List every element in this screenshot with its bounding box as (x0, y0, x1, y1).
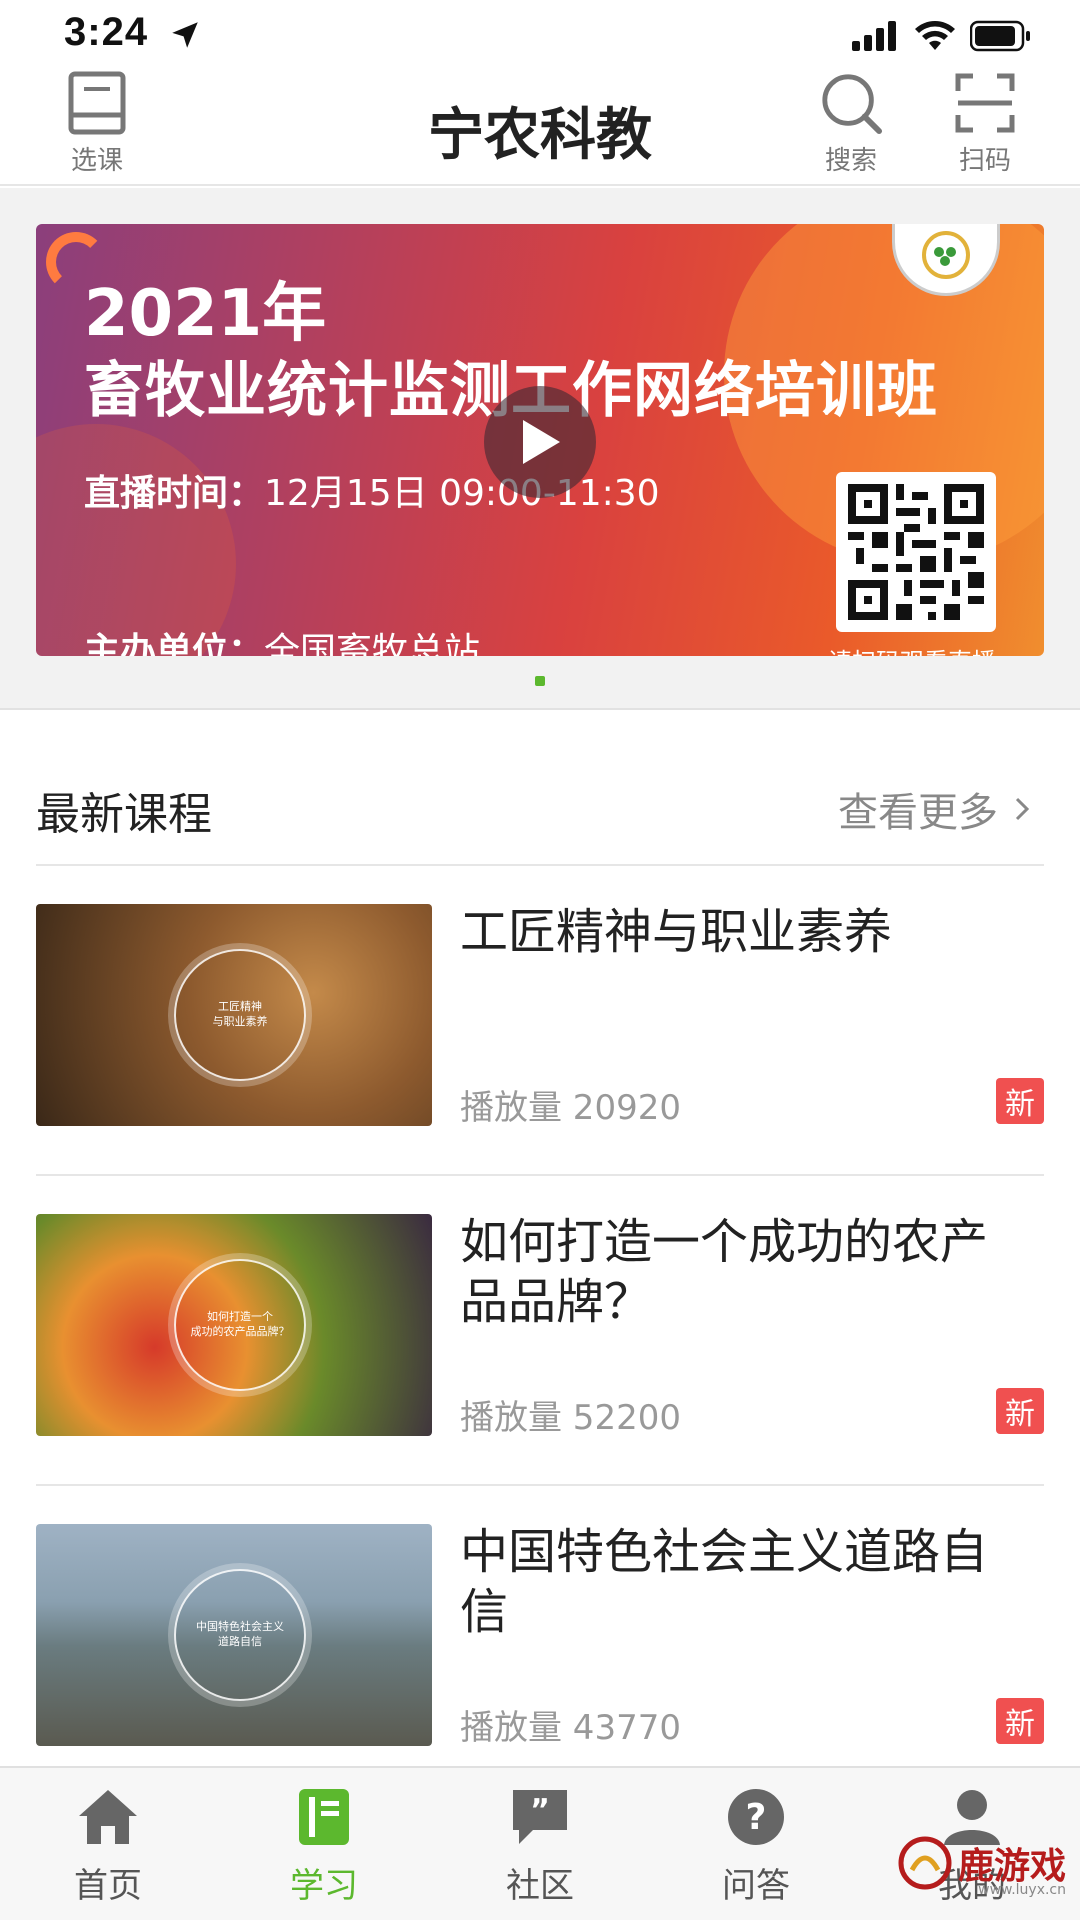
qr-code-icon (848, 484, 984, 620)
play-button[interactable] (484, 386, 596, 498)
new-badge: 新 (996, 1078, 1044, 1124)
course-play-count: 播放量 43770 (460, 1708, 681, 1748)
grape-logo-icon (922, 231, 970, 279)
course-thumbnail: 中国特色社会主义 道路自信 (36, 1524, 432, 1746)
tab-label: 首页 (74, 1866, 142, 1906)
svg-text:”: ” (530, 1793, 550, 1828)
course-title: 中国特色社会主义道路自信 (460, 1524, 989, 1640)
thumbnail-text: 如何打造一个 成功的农产品品牌？ (190, 1310, 290, 1338)
location-arrow-icon (172, 22, 198, 48)
banner-org-value: 全国畜牧总站 (264, 631, 481, 656)
banner-org-label: 主办单位： (84, 631, 265, 656)
course-play-count: 播放量 52200 (460, 1398, 681, 1438)
section-title: 最新课程 (36, 789, 212, 840)
new-badge: 新 (996, 1388, 1044, 1434)
course-thumbnail: 如何打造一个 成功的农产品品牌？ (36, 1214, 432, 1436)
scan-button[interactable]: 扫码 (940, 68, 1030, 178)
status-time: 3:24 (64, 10, 149, 54)
thumbnail-badge: 工匠精神 与职业素养 (174, 949, 306, 1081)
thumbnail-text: 工匠精神 与职业素养 (212, 1000, 268, 1028)
qr-caption: 请扫码观看直播 (828, 642, 996, 656)
thumbnail-badge: 中国特色社会主义 道路自信 (174, 1569, 306, 1701)
home-icon (79, 1790, 137, 1844)
course-item[interactable]: 工匠精神 与职业素养 工匠精神与职业素养 播放量 20920 新 (36, 866, 1044, 1176)
status-indicators (852, 18, 1032, 54)
course-title: 工匠精神与职业素养 (460, 904, 893, 960)
course-item[interactable]: 中国特色社会主义 道路自信 中国特色社会主义道路自信 播放量 43770 新 (36, 1486, 1044, 1796)
search-label: 搜索 (824, 146, 877, 176)
app-header: 选课 宁农科教 搜索 扫码 (0, 66, 1080, 186)
play-icon (523, 420, 560, 464)
banner-organizer: 主办单位：全国畜牧总站 (84, 622, 480, 656)
scan-icon (955, 73, 1015, 133)
status-bar: 3:24 (0, 0, 1080, 70)
tab-study[interactable]: 学习 (234, 1784, 414, 1907)
view-more-label: 查看更多 (838, 790, 998, 836)
tab-community[interactable]: ” 社区 (450, 1784, 630, 1907)
course-item[interactable]: 如何打造一个 成功的农产品品牌？ 如何打造一个成功的农产品品牌？ 播放量 522… (36, 1176, 1044, 1486)
signal-icon (852, 21, 896, 51)
tab-label: 社区 (506, 1866, 574, 1906)
banner-time-value: 12月15日 09:00-11:30 (264, 473, 660, 514)
latest-courses-header: 最新课程 查看更多 (36, 740, 1044, 866)
svg-text:?: ? (746, 1797, 767, 1838)
battery-icon (970, 20, 1030, 52)
watermark-url: www.luyx.cn (978, 1882, 1066, 1898)
tab-home[interactable]: 首页 (18, 1784, 198, 1907)
banner-year: 2021年 (84, 277, 327, 351)
search-button[interactable]: 搜索 (806, 68, 896, 178)
tab-qa[interactable]: ? 问答 (666, 1784, 846, 1907)
watermark: 鹿游戏 www.luyx.cn (898, 1836, 1066, 1898)
search-icon (822, 74, 883, 135)
thumbnail-text: 中国特色社会主义 道路自信 (196, 1620, 284, 1648)
scan-label: 扫码 (958, 146, 1011, 176)
view-more-link[interactable]: 查看更多 (838, 780, 1030, 838)
tab-label: 学习 (290, 1866, 358, 1906)
course-play-count: 播放量 20920 (460, 1088, 681, 1128)
banner-section: 2021年 畜牧业统计监测工作网络培训班 直播时间：12月15日 09:00-1… (0, 188, 1080, 710)
tab-label: 问答 (722, 1866, 790, 1906)
study-icon (299, 1789, 349, 1845)
new-badge: 新 (996, 1698, 1044, 1744)
thumbnail-badge: 如何打造一个 成功的农产品品牌？ (174, 1259, 306, 1391)
wifi-icon (915, 21, 955, 50)
question-icon: ? (728, 1789, 784, 1845)
deer-logo-icon (898, 1836, 952, 1890)
course-title: 如何打造一个成功的农产品品牌？ (460, 1214, 989, 1330)
banner-time-label: 直播时间： (84, 473, 265, 514)
carousel-indicator-dot[interactable] (535, 676, 545, 686)
community-icon: ” (513, 1790, 567, 1844)
course-thumbnail: 工匠精神 与职业素养 (36, 904, 432, 1126)
qr-code (836, 472, 996, 632)
page-title: 宁农科教 (428, 103, 652, 168)
banner-carousel-slide[interactable]: 2021年 畜牧业统计监测工作网络培训班 直播时间：12月15日 09:00-1… (36, 224, 1044, 656)
chevron-right-icon (1015, 797, 1030, 821)
